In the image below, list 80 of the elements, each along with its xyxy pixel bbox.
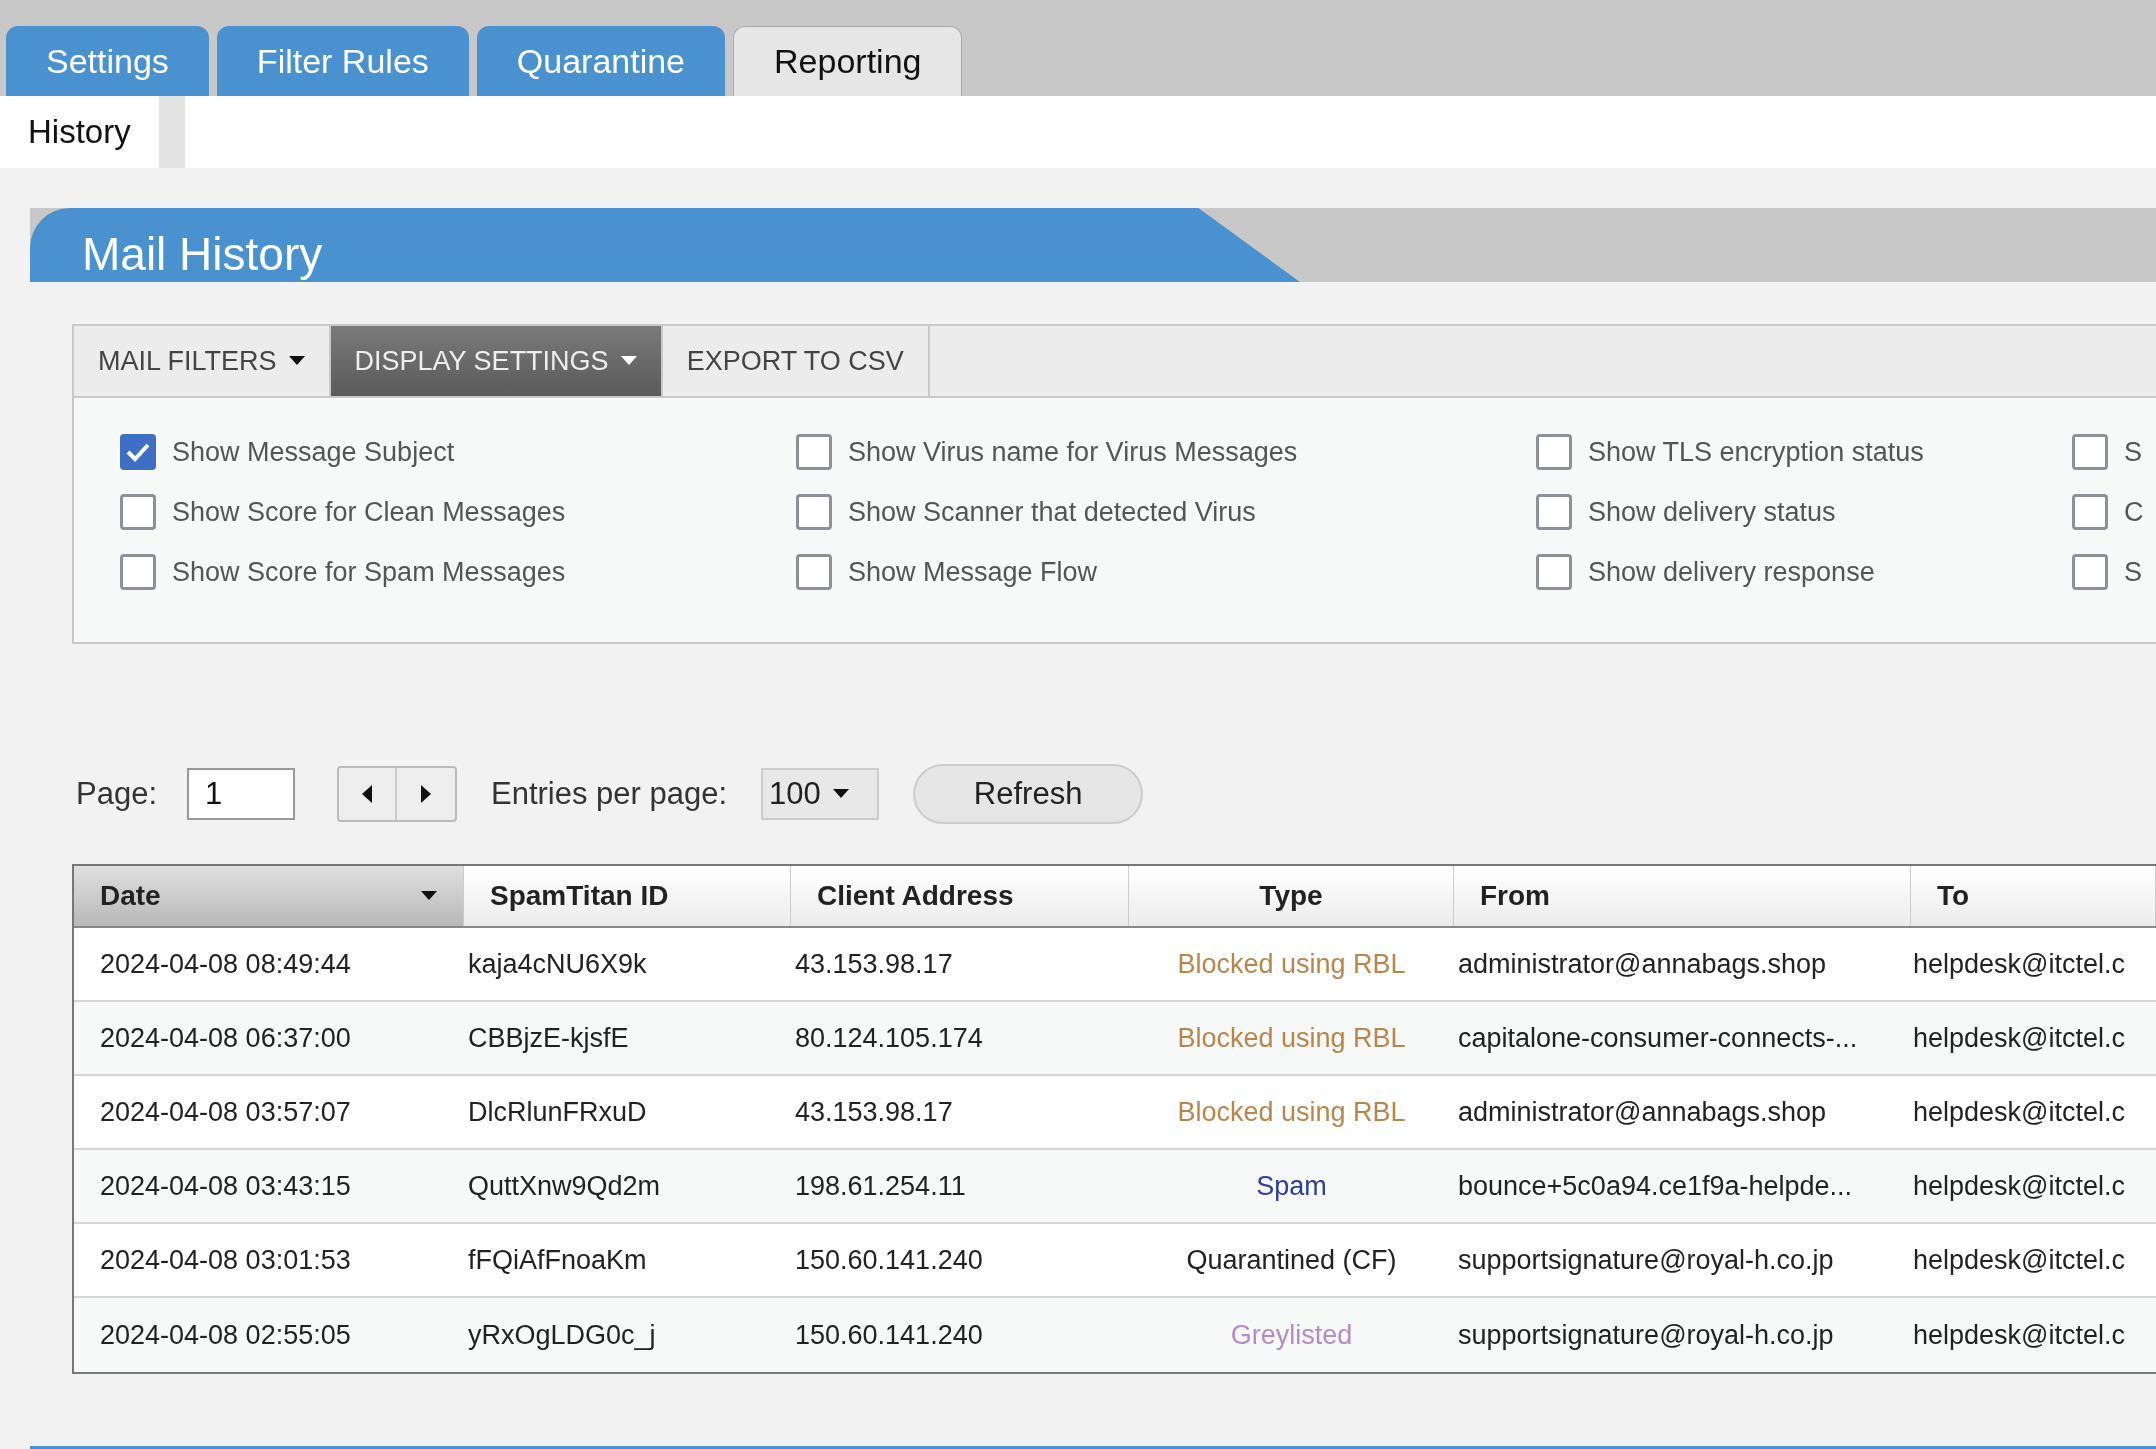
table-cell-text: administrator@annabags.shop — [1458, 1095, 1827, 1129]
type-text: Quarantined (CF) — [1186, 1243, 1397, 1277]
table-cell-text: administrator@annabags.shop — [1458, 947, 1827, 981]
column-header[interactable]: Type — [1129, 866, 1454, 926]
checkbox[interactable] — [2072, 434, 2108, 470]
caret-icon — [832, 789, 849, 799]
checkbox[interactable] — [2072, 554, 2108, 590]
table-cell-text: 2024-04-08 03:43:15 — [100, 1169, 351, 1203]
checkbox-label: Show Virus name for Virus Messages — [848, 435, 1298, 469]
table-cell-text: 150.60.141.240 — [795, 1243, 983, 1277]
type-text: Greylisted — [1230, 1318, 1353, 1352]
checkbox[interactable] — [1536, 494, 1572, 530]
table-cell-text: helpdesk@itctel.c — [1913, 1169, 2125, 1203]
table-cell-text: supportsignature@royal-h.co.jp — [1458, 1243, 1834, 1277]
table-cell-text: helpdesk@itctel.c — [1913, 1095, 2125, 1129]
checkbox-label: Show Message Flow — [848, 555, 1098, 589]
left-triangle-icon — [362, 785, 372, 803]
checkbox-label: Show Message Subject — [172, 435, 455, 469]
checkbox[interactable] — [120, 494, 156, 530]
checkbox[interactable] — [1536, 434, 1572, 470]
table-cell-text: 2024-04-08 08:49:44 — [100, 947, 351, 981]
table-cell-text: 43.153.98.17 — [795, 947, 953, 981]
tab[interactable]: Reporting — [733, 26, 963, 96]
checkbox[interactable] — [2072, 494, 2108, 530]
table-cell-text: 43.153.98.17 — [795, 1095, 953, 1129]
checkbox-label: Show Score for Clean Messages — [172, 495, 566, 529]
table-cell-text: CBBjzE-kjsfE — [468, 1021, 629, 1055]
checkbox[interactable] — [120, 554, 156, 590]
checkbox[interactable] — [796, 494, 832, 530]
checkbox[interactable] — [1536, 554, 1572, 590]
table-cell-text: 150.60.141.240 — [795, 1318, 983, 1352]
checkmark-icon — [126, 442, 150, 462]
table-cell-text: yRxOgLDG0c_j — [468, 1318, 656, 1352]
panel-title: Mail History — [82, 227, 323, 282]
table-cell-text: capitalone-consumer-connects-... — [1458, 1021, 1858, 1055]
table-cell-text: fFQiAfFnoaKm — [468, 1243, 647, 1277]
checkbox[interactable] — [120, 434, 156, 470]
toolbar-button[interactable]: EXPORT TO CSV — [662, 326, 930, 396]
table-cell-text: 80.124.105.174 — [795, 1021, 983, 1055]
table-cell-text: 2024-04-08 03:57:07 — [100, 1095, 351, 1129]
column-header[interactable]: To — [1911, 866, 2156, 926]
type-text: Blocked using RBL — [1177, 947, 1406, 981]
entries-dropdown[interactable]: 100 — [761, 768, 880, 820]
checkbox[interactable] — [796, 434, 832, 470]
table-cell-text: helpdesk@itctel.c — [1913, 1021, 2125, 1055]
table-cell-text: helpdesk@itctel.c — [1913, 947, 2125, 981]
column-header[interactable]: Client Address — [791, 866, 1129, 926]
caret-icon — [421, 891, 437, 901]
column-header[interactable]: From — [1454, 866, 1911, 926]
page-label: Page: — [76, 774, 157, 813]
checkbox-label: Show TLS encryption status — [1588, 435, 1924, 469]
refresh-button[interactable]: Refresh — [913, 764, 1144, 824]
right-triangle-icon — [421, 785, 431, 803]
type-text: Spam — [1256, 1169, 1327, 1203]
table-cell-text: 2024-04-08 02:55:05 — [100, 1318, 351, 1352]
type-text: Blocked using RBL — [1177, 1021, 1406, 1055]
table-cell-text: supportsignature@royal-h.co.jp — [1458, 1318, 1834, 1352]
column-header[interactable]: Date — [74, 866, 464, 926]
checkbox-label: Show Score for Spam Messages — [172, 555, 566, 589]
table-cell-text: QuttXnw9Qd2m — [468, 1169, 661, 1203]
table-cell-text: 198.61.254.11 — [795, 1169, 966, 1203]
toolbar-button[interactable]: DISPLAY SETTINGS — [330, 326, 663, 396]
checkbox[interactable] — [796, 554, 832, 590]
table-cell-text: bounce+5c0a94.ce1f9a-helpde... — [1458, 1169, 1853, 1203]
checkbox-label: Show delivery status — [1588, 495, 1836, 529]
table-cell-text: 2024-04-08 06:37:00 — [100, 1021, 351, 1055]
type-text: Blocked using RBL — [1177, 1095, 1406, 1129]
column-header[interactable]: SpamTitan ID — [464, 866, 791, 926]
table-cell-text: 2024-04-08 03:01:53 — [100, 1243, 351, 1277]
page-field[interactable]: 1 — [187, 768, 295, 820]
table-cell-text: DlcRlunFRxuD — [468, 1095, 647, 1129]
checkbox-label: S — [2124, 555, 2142, 589]
checkbox-label: C — [2124, 495, 2144, 529]
table-cell-text: helpdesk@itctel.c — [1913, 1318, 2125, 1352]
checkbox-label: Show delivery response — [1588, 555, 1875, 589]
checkbox-label: Show Scanner that detected Virus — [848, 495, 1256, 529]
checkbox-label: S — [2124, 435, 2142, 469]
table-cell-text: helpdesk@itctel.c — [1913, 1243, 2125, 1277]
entries-label: Entries per page: — [491, 774, 728, 813]
table-cell-text: kaja4cNU6X9k — [468, 947, 647, 981]
